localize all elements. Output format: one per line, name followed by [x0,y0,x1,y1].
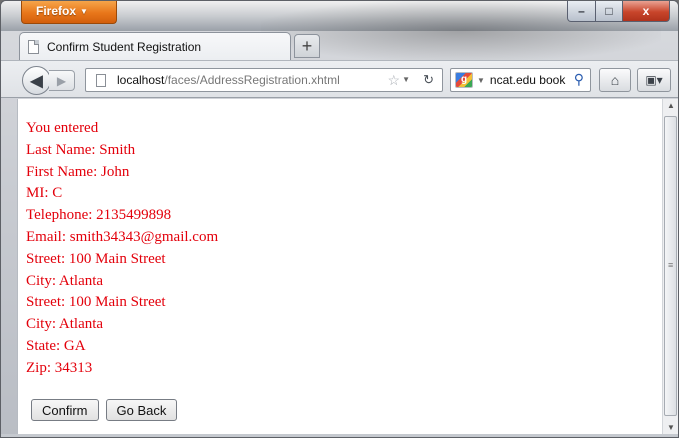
search-icon[interactable]: ⚲ [574,71,584,88]
search-input[interactable]: ncat.edu book [490,73,565,87]
new-tab-button[interactable]: + [294,34,320,58]
title-bar: Firefox ▼ – □ x [1,1,678,61]
registration-summary: You entered Last Name: Smith First Name:… [26,118,218,380]
bookmarks-button[interactable]: ▣▾ [637,68,671,92]
url-host: localhost [117,73,165,87]
confirm-button[interactable]: Confirm [31,399,99,421]
telephone-line: Telephone: 2135499898 [26,207,172,224]
go-back-button[interactable]: Go Back [105,399,178,421]
home-icon: ⌂ [610,72,620,88]
arrow-left-icon: ◀ [30,72,43,90]
reload-icon[interactable]: ↻ [423,72,434,88]
firefox-menu-button[interactable]: Firefox ▼ [21,1,117,24]
summary-heading: You entered [26,120,99,136]
page-content: You entered Last Name: Smith First Name:… [17,99,663,434]
search-bar[interactable]: g ▼ ncat.edu book ⚲ [450,68,591,92]
address-bar[interactable]: localhost/faces/AddressRegistration.xhtm… [85,68,443,92]
tab-title: Confirm Student Registration [47,39,202,54]
scrollbar-thumb[interactable]: ≡ [664,116,677,416]
chevron-down-icon[interactable]: ▼ [477,76,485,85]
vertical-scrollbar[interactable]: ▲ ≡ ▼ [662,99,678,434]
middle-initial-line: MI: C [26,185,63,202]
grip-icon: ≡ [668,260,674,270]
google-icon[interactable]: g [455,72,473,88]
minimize-button[interactable]: – [567,1,596,22]
chevron-down-icon: ▼ [80,7,88,16]
street-line: Street: 100 Main Street [26,294,166,311]
email-line: Email: smith34343@gmail.com [26,228,219,245]
city-line: City: Atlanta [26,316,104,333]
last-name-line: Last Name: Smith [26,141,136,158]
tab-confirm-student-registration[interactable]: Confirm Student Registration [19,32,291,60]
bookmarks-icon: ▣▾ [645,73,663,87]
zip-line: Zip: 34313 [26,359,93,376]
arrow-right-icon: ▶ [56,73,67,88]
first-name-line: First Name: John [26,163,130,180]
browser-window: Firefox ▼ – □ x Confirm Student Registrat… [0,0,679,438]
bookmark-star-icon[interactable]: ☆ [387,72,400,89]
close-icon: x [642,4,650,18]
page-icon [96,73,106,87]
firefox-menu-label: Firefox [36,4,77,18]
city-line: City: Atlanta [26,272,104,289]
page-icon [28,39,39,54]
form-buttons: Confirm Go Back [31,399,178,421]
maximize-icon: □ [605,4,613,18]
navigation-toolbar: ◀ ▶ localhost/faces/AddressRegistration.… [1,60,678,98]
scroll-down-icon[interactable]: ▼ [667,423,675,432]
window-controls: – □ x [567,1,670,22]
maximize-button[interactable]: □ [596,1,623,22]
street-line: Street: 100 Main Street [26,250,166,267]
window-bottom-border [1,434,678,437]
scroll-up-icon[interactable]: ▲ [667,101,675,110]
url-path: /faces/AddressRegistration.xhtml [164,73,340,87]
history-dropdown-icon[interactable]: ▼ [402,75,410,84]
back-button[interactable]: ◀ [22,66,51,95]
state-line: State: GA [26,337,86,354]
home-button[interactable]: ⌂ [599,68,631,92]
forward-button[interactable]: ▶ [49,70,75,91]
plus-icon: + [301,35,313,56]
minimize-icon: – [578,4,585,18]
close-button[interactable]: x [623,1,670,22]
